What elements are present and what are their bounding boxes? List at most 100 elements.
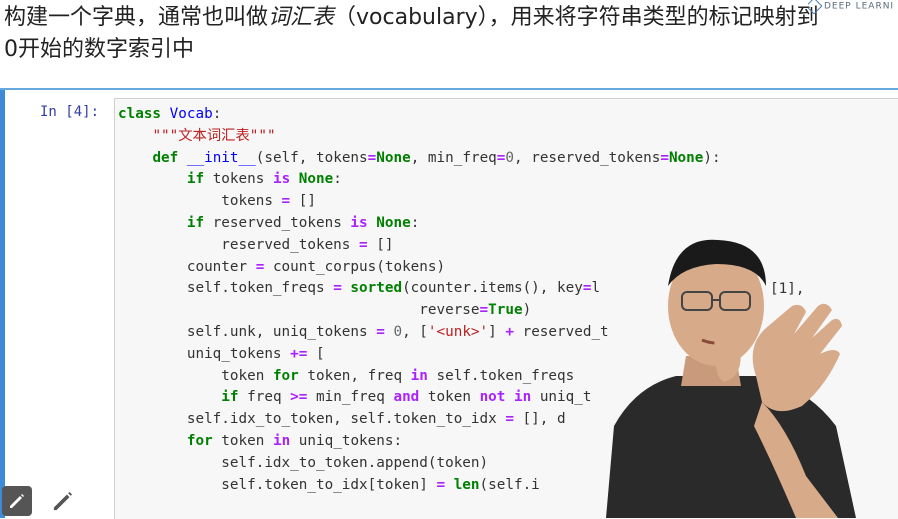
code-token: min_freq xyxy=(307,389,394,406)
code-token: None xyxy=(376,214,411,231)
code-token: : xyxy=(333,171,342,188)
code-token: , min_freq xyxy=(410,149,497,166)
code-token: in xyxy=(272,432,291,449)
code-line: """文本词汇表""" xyxy=(118,126,721,148)
code-token: sorted xyxy=(350,280,403,297)
code-token: """文本词汇表""" xyxy=(152,127,276,144)
pencil-icon xyxy=(10,494,24,508)
logo-mark-icon xyxy=(808,0,823,14)
code-token: self.token_freqs xyxy=(118,280,334,297)
code-token: tokens xyxy=(204,171,273,188)
presenter-video xyxy=(606,239,856,518)
code-token: reserved_tokens xyxy=(204,214,351,231)
code-token: for xyxy=(272,367,299,384)
code-token: , reserved_tokens xyxy=(514,149,661,166)
code-token: True xyxy=(488,302,523,319)
course-logo: DEEP LEARNI xyxy=(808,0,898,14)
code-token: = xyxy=(505,411,514,428)
code-token: >= xyxy=(290,389,308,406)
code-token: token xyxy=(118,367,273,384)
code-token: [ xyxy=(307,345,325,362)
code-token: if xyxy=(221,389,239,406)
code-token: [] xyxy=(290,193,316,210)
intro-line-2: 0开始的数字索引中 xyxy=(4,37,194,62)
code-token: , [ xyxy=(402,323,428,340)
logo-text: DEEP LEARNI xyxy=(824,1,895,12)
code-token: = xyxy=(367,149,377,166)
code-token: : xyxy=(410,214,420,231)
code-token: uniq_tokens: xyxy=(290,432,403,449)
code-token: None xyxy=(376,149,411,166)
code-token: reverse xyxy=(118,302,480,319)
code-token: in xyxy=(410,367,428,384)
code-token: = xyxy=(333,280,342,297)
code-token: = xyxy=(376,323,385,340)
vocabulary-term: 词汇表 xyxy=(268,5,335,30)
code-token: + xyxy=(505,323,514,340)
code-token: (self, tokens xyxy=(255,149,368,166)
code-token: for xyxy=(186,432,213,449)
code-token: token xyxy=(212,432,273,449)
code-token: self.unk, uniq_tokens xyxy=(118,323,377,340)
code-token: [], d xyxy=(513,411,566,428)
code-token: : xyxy=(212,106,222,122)
code-token: self.idx_to_token, self.token_to_idx xyxy=(118,411,506,428)
code-token: reserved_tokens xyxy=(118,236,360,253)
edit-button[interactable] xyxy=(48,486,78,516)
code-token: is xyxy=(350,214,368,231)
code-token: l xyxy=(591,280,601,297)
code-token: if xyxy=(186,171,205,188)
intro-line-1-start: 构建一个字典，通常也叫做 xyxy=(4,5,269,30)
code-token: 0 xyxy=(505,149,514,166)
code-line: class Vocab: xyxy=(118,104,721,126)
code-token: token xyxy=(419,389,480,406)
code-token: = xyxy=(479,302,489,319)
code-token: count_corpus(tokens) xyxy=(264,258,446,275)
code-line: def __init__(self, tokens=None, min_freq… xyxy=(118,148,721,170)
code-token: uniq_tokens xyxy=(118,345,291,362)
cell-selection-bar xyxy=(0,90,5,518)
code-token: None xyxy=(298,171,334,188)
code-token: len xyxy=(453,476,480,493)
code-token: = xyxy=(359,236,368,253)
code-token: self.token_freqs xyxy=(427,367,575,384)
code-token: ) xyxy=(522,302,532,319)
code-token: reserved_t xyxy=(513,323,609,340)
code-token: class xyxy=(118,106,162,122)
intro-text: 构建一个字典，通常也叫做词汇表（vocabulary），用来将字符串类型的标记映… xyxy=(4,2,894,66)
code-token: ): xyxy=(703,149,721,166)
code-token: (self.i xyxy=(479,476,540,493)
code-token: tokens xyxy=(118,193,282,210)
code-token: is xyxy=(272,171,291,188)
pencil-icon xyxy=(53,491,73,511)
code-token: self.token_to_idx[token] xyxy=(118,476,437,493)
code-token: Vocab xyxy=(169,106,213,122)
code-token: if xyxy=(186,214,205,231)
code-line: if tokens is None: xyxy=(118,169,721,191)
code-token: freq xyxy=(238,389,291,406)
code-token: ] xyxy=(488,323,506,340)
code-token: def xyxy=(152,149,179,166)
code-token: not in xyxy=(479,389,532,406)
code-token: '<unk>' xyxy=(427,323,489,340)
intro-line-1: 构建一个字典，通常也叫做词汇表（vocabulary），用来将字符串类型的标记映… xyxy=(4,2,894,34)
code-token: [] xyxy=(367,236,394,253)
code-token: self.idx_to_token.append(token) xyxy=(118,454,489,471)
edit-active-button[interactable] xyxy=(2,486,32,516)
code-token: (counter.items(), key xyxy=(402,280,583,297)
code-token: counter xyxy=(118,258,256,275)
code-token: = xyxy=(436,476,446,493)
code-token: token, freq xyxy=(298,367,411,384)
cell-prompt: In [4]: xyxy=(40,104,100,120)
code-token: 0 xyxy=(393,323,403,340)
code-token: uniq_t xyxy=(531,389,592,406)
